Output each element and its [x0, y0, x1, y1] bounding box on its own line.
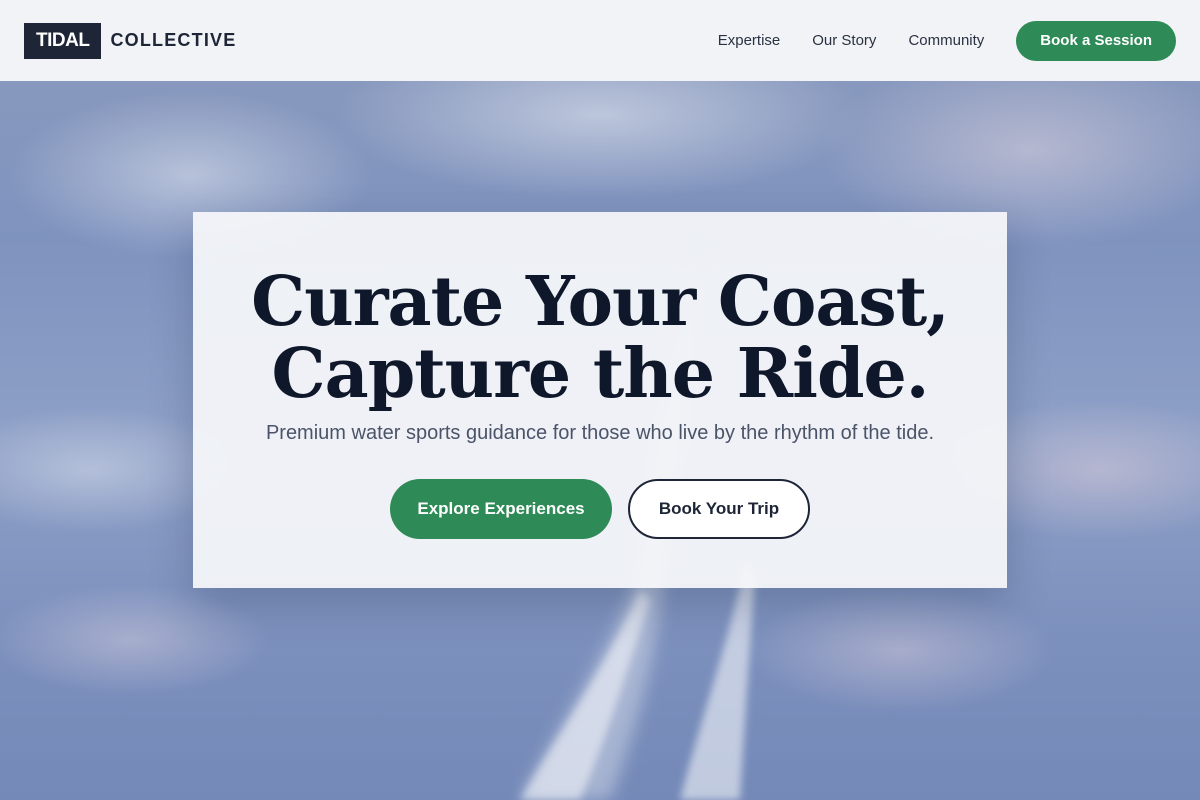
book-trip-button[interactable]: Book Your Trip: [628, 479, 810, 539]
hero-actions: Explore Experiences Book Your Trip: [193, 479, 1007, 539]
nav-link-community[interactable]: Community: [908, 32, 984, 49]
main-nav: Expertise Our Story Community Book a Ses…: [718, 20, 1176, 61]
nav-link-our-story[interactable]: Our Story: [812, 32, 876, 49]
brand-logo[interactable]: TIDAL COLLECTIVE: [24, 22, 237, 59]
brand-logo-box: TIDAL: [24, 22, 102, 59]
book-session-button[interactable]: Book a Session: [1016, 20, 1176, 61]
hero-title-line-1: Curate Your Coast,: [251, 262, 950, 342]
hero-subtitle: Premium water sports guidance for those …: [265, 422, 935, 444]
site-header: TIDAL COLLECTIVE Expertise Our Story Com…: [0, 0, 1200, 81]
hero-title-line-2: Capture the Ride.: [271, 334, 930, 414]
explore-experiences-button[interactable]: Explore Experiences: [390, 479, 612, 539]
nav-link-expertise[interactable]: Expertise: [718, 32, 781, 49]
hero-card: Curate Your Coast, Capture the Ride. Pre…: [193, 212, 1007, 588]
hero-title: Curate Your Coast, Capture the Ride.: [193, 266, 1007, 410]
brand-logo-text: COLLECTIVE: [110, 30, 237, 50]
